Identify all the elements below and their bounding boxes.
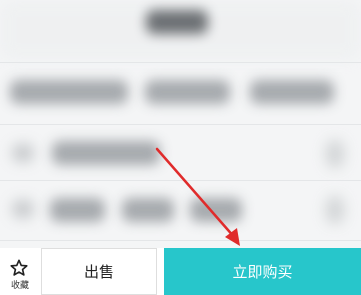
divider: [0, 62, 361, 63]
star-outline-icon: [9, 258, 29, 278]
buy-now-button[interactable]: 立即购买: [164, 248, 361, 295]
blurred-text-block: [52, 141, 160, 165]
blurred-text-block: [122, 198, 174, 222]
blurred-title: [146, 10, 208, 34]
bottom-action-bar: 收藏 出售 立即购买: [0, 248, 361, 295]
blurred-text-block: [250, 80, 334, 104]
divider: [0, 240, 361, 241]
blurred-text-block: [190, 198, 242, 222]
favorite-label: 收藏: [10, 281, 29, 291]
blurred-text-block: [326, 140, 344, 168]
favorite-button[interactable]: 收藏: [0, 248, 40, 295]
blurred-text-block: [326, 196, 344, 224]
blurred-text-block: [10, 80, 128, 104]
blurred-text-block: [12, 200, 34, 218]
blurred-text-block: [50, 198, 105, 222]
sell-button[interactable]: 出售: [41, 248, 157, 295]
divider: [0, 180, 361, 181]
product-detail-screen: 收藏 出售 立即购买: [0, 0, 361, 295]
divider: [0, 124, 361, 125]
blurred-text-block: [145, 80, 230, 104]
blurred-text-block: [12, 144, 34, 162]
